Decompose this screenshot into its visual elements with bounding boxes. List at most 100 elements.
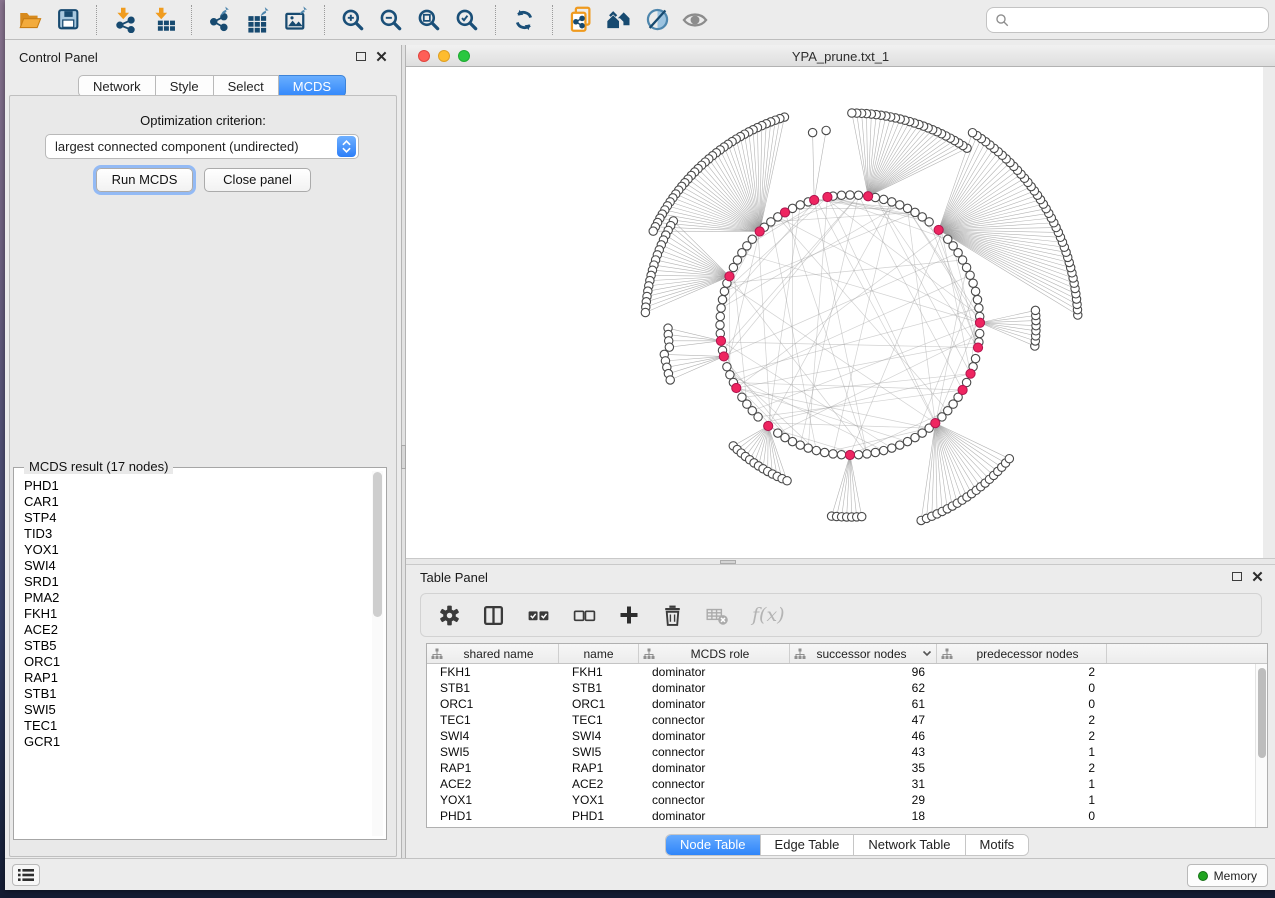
- network-node[interactable]: [804, 444, 812, 452]
- delete-column-button[interactable]: [661, 602, 684, 628]
- import-table-button[interactable]: [144, 4, 182, 36]
- open-file-button[interactable]: [11, 4, 49, 36]
- mcds-result-item[interactable]: GCR1: [24, 734, 367, 750]
- mcds-list-scrollbar[interactable]: [372, 471, 383, 836]
- network-hub-node[interactable]: [934, 225, 943, 234]
- column-header-name[interactable]: name: [559, 644, 639, 663]
- save-session-button[interactable]: [49, 4, 87, 36]
- network-node[interactable]: [903, 204, 911, 212]
- mcds-result-item[interactable]: PMA2: [24, 590, 367, 606]
- nested-networks-button[interactable]: [600, 4, 638, 36]
- network-hub-node[interactable]: [716, 336, 725, 345]
- network-graph[interactable]: [406, 67, 1263, 558]
- network-node[interactable]: [944, 235, 952, 243]
- network-canvas[interactable]: [406, 67, 1263, 558]
- float-panel-icon[interactable]: [1232, 572, 1242, 581]
- table-row[interactable]: YOX1YOX1connector291: [427, 792, 1267, 808]
- tab-style[interactable]: Style: [156, 75, 214, 97]
- import-network-button[interactable]: [106, 4, 144, 36]
- zoom-selected-button[interactable]: [448, 4, 486, 36]
- network-node[interactable]: [854, 451, 862, 459]
- network-node[interactable]: [854, 191, 862, 199]
- network-node[interactable]: [754, 413, 762, 421]
- mcds-result-item[interactable]: PHD1: [24, 478, 367, 494]
- network-hub-node[interactable]: [975, 318, 984, 327]
- mcds-result-item[interactable]: STP4: [24, 510, 367, 526]
- network-node[interactable]: [829, 450, 837, 458]
- function-builder-button-disabled[interactable]: f(x): [750, 602, 786, 628]
- select-all-columns-button[interactable]: [526, 602, 551, 628]
- network-node[interactable]: [716, 321, 724, 329]
- network-node[interactable]: [812, 446, 820, 454]
- network-node[interactable]: [896, 441, 904, 449]
- network-leaf-node[interactable]: [649, 227, 657, 235]
- column-header-successor-nodes[interactable]: successor nodes: [790, 644, 937, 663]
- network-hub-node[interactable]: [732, 383, 741, 392]
- table-scrollbar[interactable]: [1255, 664, 1267, 827]
- network-node[interactable]: [820, 448, 828, 456]
- memory-button[interactable]: Memory: [1187, 864, 1268, 887]
- network-hub-node[interactable]: [966, 369, 975, 378]
- network-leaf-node[interactable]: [808, 128, 816, 136]
- tab-mcds[interactable]: MCDS: [279, 75, 346, 97]
- network-node[interactable]: [973, 295, 981, 303]
- network-node[interactable]: [871, 448, 879, 456]
- mcds-result-item[interactable]: ACE2: [24, 622, 367, 638]
- network-node[interactable]: [796, 201, 804, 209]
- table-row[interactable]: TEC1TEC1connector472: [427, 712, 1267, 728]
- network-node[interactable]: [969, 279, 977, 287]
- network-hub-node[interactable]: [958, 385, 967, 394]
- delete-table-button-disabled[interactable]: [705, 602, 729, 628]
- network-hub-node[interactable]: [845, 450, 854, 459]
- table-row[interactable]: SWI5SWI5connector431: [427, 744, 1267, 760]
- network-leaf-node[interactable]: [968, 129, 976, 137]
- tab-select[interactable]: Select: [214, 75, 279, 97]
- network-node[interactable]: [863, 450, 871, 458]
- close-panel-icon[interactable]: [376, 51, 387, 62]
- mcds-result-item[interactable]: SWI4: [24, 558, 367, 574]
- network-leaf-node[interactable]: [666, 376, 674, 384]
- zoom-fit-button[interactable]: [410, 4, 448, 36]
- network-hub-node[interactable]: [725, 272, 734, 281]
- network-hub-node[interactable]: [863, 192, 872, 201]
- toggle-bird-eye-button[interactable]: [676, 4, 714, 36]
- table-row[interactable]: ACE2ACE2connector311: [427, 776, 1267, 792]
- network-leaf-node[interactable]: [1031, 306, 1039, 314]
- export-image-button[interactable]: [277, 4, 315, 36]
- mcds-result-item[interactable]: STB5: [24, 638, 367, 654]
- scrollbar-thumb[interactable]: [1258, 668, 1266, 758]
- network-leaf-node[interactable]: [848, 109, 856, 117]
- new-network-from-file-button[interactable]: [562, 4, 600, 36]
- network-node[interactable]: [879, 446, 887, 454]
- zoom-out-button[interactable]: [372, 4, 410, 36]
- network-node[interactable]: [729, 263, 737, 271]
- tab-node-table[interactable]: Node Table: [666, 835, 760, 855]
- network-leaf-node[interactable]: [858, 512, 866, 520]
- table-row[interactable]: FKH1FKH1dominator962: [427, 664, 1267, 680]
- column-header-shared-name[interactable]: shared name: [427, 644, 559, 663]
- mcds-result-item[interactable]: FKH1: [24, 606, 367, 622]
- network-node[interactable]: [888, 444, 896, 452]
- network-node[interactable]: [837, 191, 845, 199]
- tab-edge-table[interactable]: Edge Table: [760, 835, 854, 855]
- close-panel-button[interactable]: Close panel: [204, 168, 311, 192]
- float-panel-icon[interactable]: [356, 52, 366, 61]
- show-column-panel-button[interactable]: [482, 602, 505, 628]
- network-node[interactable]: [723, 363, 731, 371]
- network-node[interactable]: [846, 191, 854, 199]
- network-leaf-node[interactable]: [822, 126, 830, 134]
- horizontal-splitter[interactable]: [406, 558, 1275, 565]
- zoom-in-button[interactable]: [334, 4, 372, 36]
- network-hub-node[interactable]: [931, 419, 940, 428]
- network-hub-node[interactable]: [973, 343, 982, 352]
- scrollbar-thumb[interactable]: [373, 472, 382, 617]
- network-node[interactable]: [966, 271, 974, 279]
- mcds-result-item[interactable]: RAP1: [24, 670, 367, 686]
- apply-layout-button[interactable]: [505, 4, 543, 36]
- table-row[interactable]: PHD1PHD1dominator180: [427, 808, 1267, 824]
- network-hub-node[interactable]: [764, 421, 773, 430]
- table-row[interactable]: ORC1ORC1dominator610: [427, 696, 1267, 712]
- network-node[interactable]: [888, 198, 896, 206]
- network-hub-node[interactable]: [755, 227, 764, 236]
- close-panel-icon[interactable]: [1252, 571, 1263, 582]
